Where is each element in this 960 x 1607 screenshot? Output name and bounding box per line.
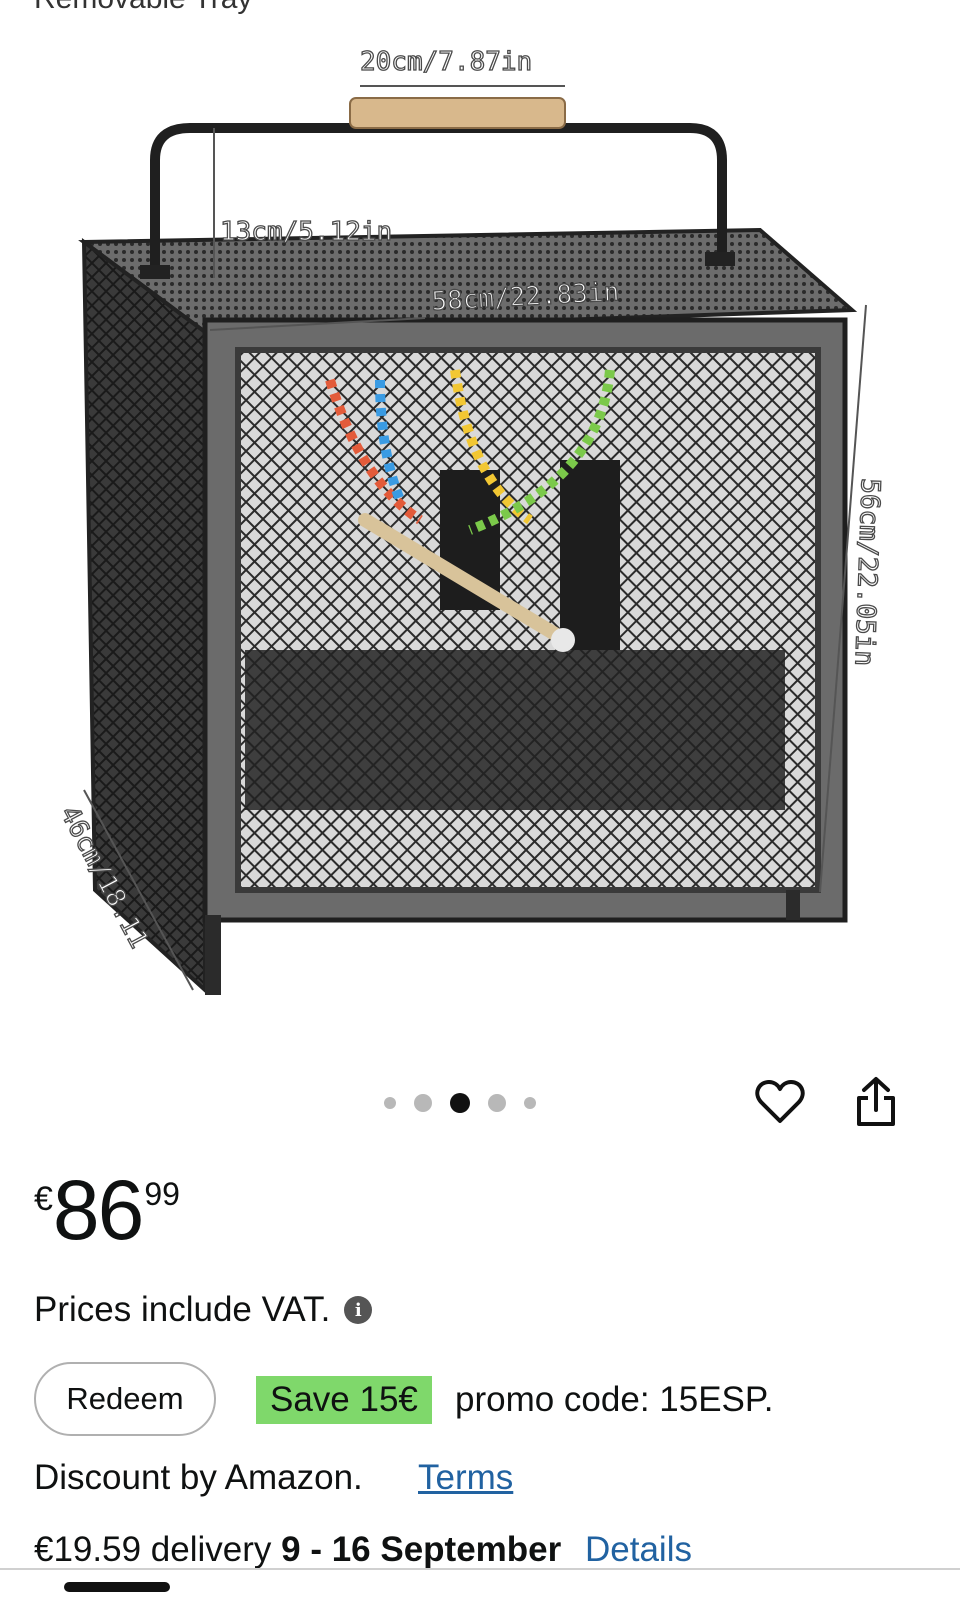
redeem-button[interactable]: Redeem <box>34 1362 216 1436</box>
share-icon <box>857 1077 895 1126</box>
heart-icon <box>755 1080 805 1123</box>
bird-cage-image: 20cm/7.87in 13cm/5.12in 58cm/22.83in 56c… <box>53 46 886 995</box>
carousel-dot[interactable] <box>524 1097 536 1109</box>
save-badge: Save 15€ <box>256 1376 432 1424</box>
carousel-dot-active[interactable] <box>450 1093 470 1113</box>
carousel-dot[interactable] <box>384 1097 396 1109</box>
dimension-height: 56cm/22.05in <box>848 478 885 667</box>
share-button[interactable] <box>848 1074 904 1130</box>
delivery-dates: 9 - 16 September <box>281 1530 562 1569</box>
vat-text: Prices include VAT. <box>34 1290 331 1329</box>
info-icon[interactable]: i <box>344 1296 373 1324</box>
delivery-details-link[interactable]: Details <box>585 1530 692 1569</box>
price-whole: 86 <box>52 1163 144 1257</box>
dimension-handle-height: 13cm/5.12in <box>220 217 392 247</box>
carousel-dot[interactable] <box>414 1094 432 1112</box>
delivery-price: €19.59 delivery <box>34 1530 272 1569</box>
carousel-indicator[interactable] <box>384 1090 536 1116</box>
price-currency: € <box>34 1180 53 1218</box>
dimension-handle-width: 20cm/7.87in <box>360 47 532 77</box>
promo-code-text: promo code: 15ESP. <box>455 1380 774 1419</box>
wishlist-button[interactable] <box>752 1074 808 1130</box>
price-fraction: 99 <box>144 1176 180 1212</box>
delivery-info: €19.59 delivery 9 - 16 September Details <box>34 1530 692 1570</box>
terms-link[interactable]: Terms <box>418 1458 513 1498</box>
product-image-gallery[interactable]: 20cm/7.87in 13cm/5.12in 58cm/22.83in 56c… <box>0 0 960 1060</box>
discount-text: Discount by Amazon. <box>34 1458 363 1497</box>
product-price: € 86 99 <box>34 1168 180 1252</box>
carousel-dot[interactable] <box>488 1094 506 1112</box>
home-indicator[interactable] <box>64 1582 170 1592</box>
vat-note: Prices include VAT. i <box>34 1290 373 1330</box>
